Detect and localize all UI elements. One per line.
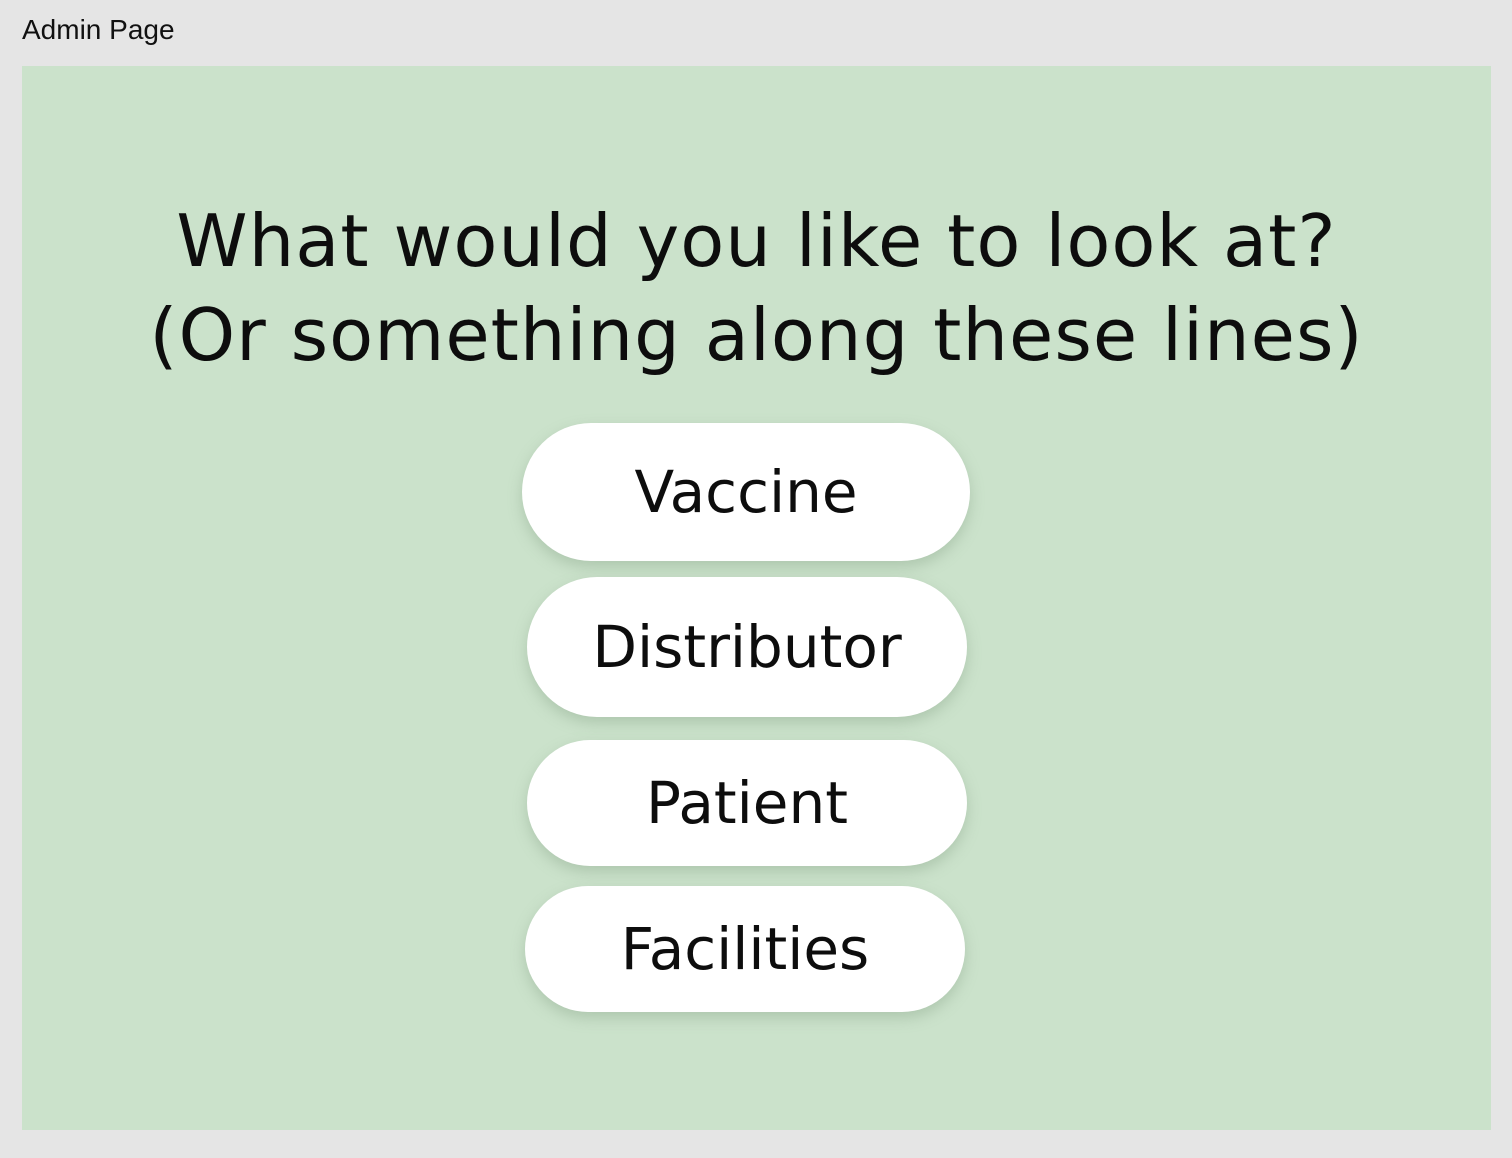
- admin-canvas: What would you like to look at? (Or some…: [22, 66, 1491, 1130]
- page-heading: What would you like to look at? (Or some…: [22, 194, 1491, 382]
- distributor-button[interactable]: Distributor: [527, 577, 967, 717]
- frame-title: Admin Page: [22, 14, 175, 45]
- vaccine-button[interactable]: Vaccine: [522, 423, 970, 561]
- heading-line-1: What would you like to look at?: [176, 199, 1337, 283]
- facilities-button[interactable]: Facilities: [525, 886, 965, 1012]
- heading-line-2: (Or something along these lines): [149, 293, 1364, 377]
- patient-button[interactable]: Patient: [527, 740, 967, 866]
